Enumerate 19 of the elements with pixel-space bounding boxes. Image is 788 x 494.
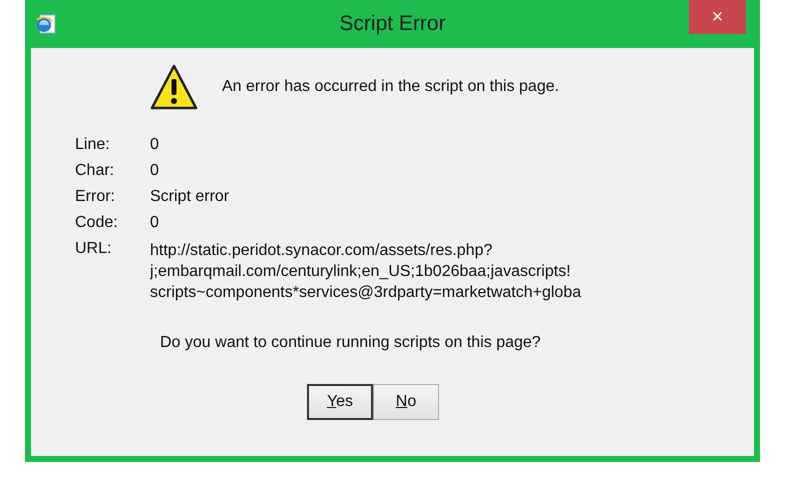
url-text-line: scripts~components*services@3rdparty=marketwatch+globa (150, 283, 582, 303)
app-icon (35, 13, 57, 35)
error-message: An error has occurred in the script on this page. (222, 78, 560, 96)
field-label: Error: (75, 188, 116, 206)
close-button[interactable]: × (689, 0, 746, 34)
url-text-line: http://static.peridot.synacor.com/assets/res.php? (150, 241, 494, 261)
field-value: Script error (150, 188, 230, 206)
field-label: URL: (75, 240, 112, 259)
field-value: 0 (150, 214, 160, 232)
field-label: Code: (75, 214, 119, 232)
field-label: Line: (75, 136, 111, 154)
field-label: Char: (75, 162, 116, 180)
warning-icon (150, 64, 198, 110)
dialog-button[interactable]: Yes (307, 384, 373, 420)
question-text: Do you want to continue running scripts on this page? (160, 334, 542, 352)
dialog-button[interactable]: No (373, 384, 439, 420)
field-value: 0 (150, 136, 160, 154)
field-value: 0 (150, 162, 160, 180)
window-title: Script Error (339, 12, 446, 36)
